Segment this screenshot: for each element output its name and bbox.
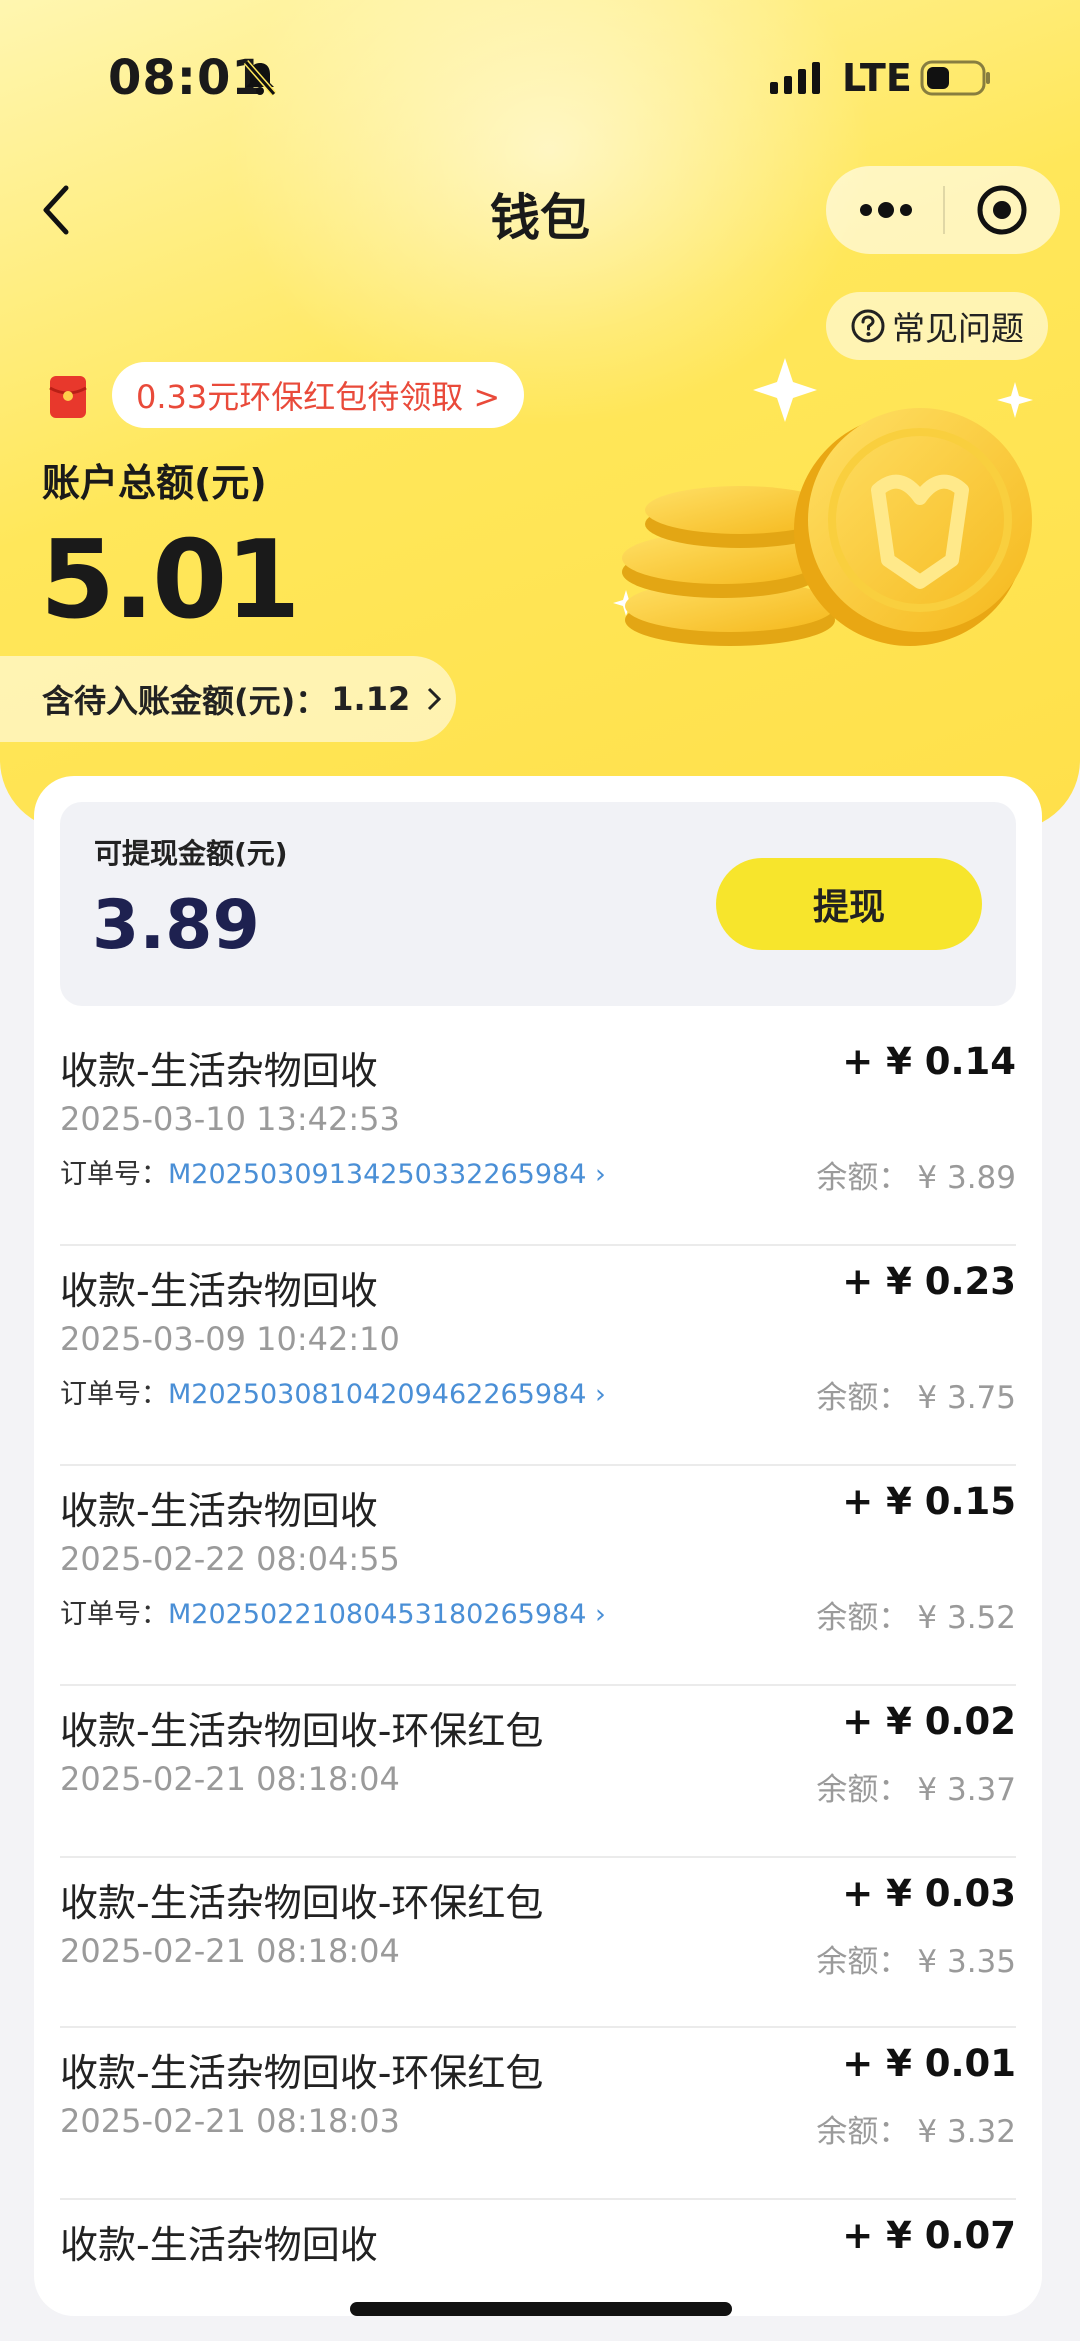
transaction-title: 收款-生活杂物回收-环保红包: [60, 1881, 544, 1925]
wallet-header: 08:01 LTE 钱包 常见问题 0.33元环保红包待领取 > 账户总额(元)…: [0, 0, 1080, 830]
transaction-title: 收款-生活杂物回收: [60, 2223, 378, 2267]
network-type: LTE: [842, 56, 912, 100]
transaction-balance: 余额： ¥ 3.35: [816, 1936, 1016, 1981]
transaction-row[interactable]: 收款-生活杂物回收-环保红包 + ¥ 0.03 2025-02-21 08:18:0…: [60, 1858, 1016, 2028]
order-number-label: 订单号：: [60, 1599, 168, 1630]
withdrawable-panel: 可提现金额(元) 3.89 提现: [60, 802, 1016, 1006]
withdraw-button[interactable]: 提现: [716, 858, 982, 950]
transaction-balance: 余额： ¥ 3.37: [816, 1764, 1016, 1809]
transaction-balance: 余额： ¥ 3.75: [816, 1372, 1016, 1417]
transaction-amount: + ¥ 0.02: [842, 1700, 1016, 1743]
wallet-card: 可提现金额(元) 3.89 提现 收款-生活杂物回收 + ¥ 0.14 2025-0…: [34, 776, 1042, 2316]
total-balance-label: 账户总额(元): [42, 461, 267, 505]
transaction-title: 收款-生活杂物回收: [60, 1489, 378, 1533]
transaction-time: 2025-03-09 10:42:10: [60, 1320, 400, 1358]
balance-value: ¥ 3.37: [917, 1772, 1016, 1808]
balance-value: ¥ 3.89: [917, 1160, 1016, 1196]
transaction-title: 收款-生活杂物回收-环保红包: [60, 2051, 544, 2095]
order-number-link[interactable]: M20250221080453180265984 ›: [168, 1599, 606, 1630]
transaction-time: 2025-02-22 08:04:55: [60, 1540, 400, 1578]
balance-label: 余额：: [816, 1772, 910, 1808]
pending-amount-button[interactable]: 含待入账金额(元)： 1.12: [0, 656, 456, 742]
transaction-time: 2025-03-10 13:42:53: [60, 1100, 400, 1138]
red-packet-banner[interactable]: 0.33元环保红包待领取 >: [112, 362, 525, 428]
pending-label: 含待入账金额(元)：: [42, 682, 328, 720]
more-icon[interactable]: [856, 194, 916, 226]
transaction-time: 2025-02-21 08:18:04: [60, 1760, 400, 1798]
balance-value: ¥ 3.35: [917, 1944, 1016, 1980]
battery-icon: [920, 60, 990, 96]
capsule-divider: [943, 186, 945, 234]
coins-illustration: [613, 358, 1033, 646]
close-miniprogram-icon[interactable]: [974, 182, 1030, 238]
pending-value: 1.12: [331, 680, 411, 718]
order-number-row: 订单号：M20250221080453180265984 ›: [60, 1592, 606, 1631]
transaction-amount: + ¥ 0.23: [842, 1260, 1016, 1303]
balance-label: 余额：: [816, 1380, 910, 1416]
balance-value: ¥ 3.52: [917, 1600, 1016, 1636]
transaction-title: 收款-生活杂物回收: [60, 1049, 378, 1093]
transaction-row[interactable]: 收款-生活杂物回收 + ¥ 0.14 2025-03-10 13:42:53 订单号：…: [60, 1026, 1016, 1246]
transaction-row[interactable]: 收款-生活杂物回收 + ¥ 0.23 2025-03-09 10:42:10 订单号：…: [60, 1246, 1016, 1466]
transaction-row[interactable]: 收款-生活杂物回收-环保红包 + ¥ 0.01 2025-02-21 08:18:0…: [60, 2028, 1016, 2200]
withdrawable-label: 可提现金额(元): [94, 837, 288, 870]
balance-value: ¥ 3.75: [917, 1380, 1016, 1416]
order-number-label: 订单号：: [60, 1159, 168, 1190]
order-number-link[interactable]: M20250308104209462265984 ›: [168, 1379, 606, 1410]
red-envelope-icon: [49, 376, 87, 418]
transaction-amount: + ¥ 0.01: [842, 2042, 1016, 2085]
transaction-title: 收款-生活杂物回收: [60, 1269, 378, 1313]
balance-label: 余额：: [816, 2114, 910, 2150]
order-number-link[interactable]: M20250309134250332265984 ›: [168, 1159, 606, 1190]
order-number-label: 订单号：: [60, 1379, 168, 1410]
withdrawable-value: 3.89: [92, 886, 260, 965]
transaction-amount: + ¥ 0.14: [842, 1040, 1016, 1083]
balance-label: 余额：: [816, 1944, 910, 1980]
balance-label: 余额：: [816, 1600, 910, 1636]
transaction-time: 2025-02-21 08:18:04: [60, 1932, 400, 1970]
home-indicator: [350, 2302, 732, 2316]
total-balance-value: 5.01: [40, 518, 300, 643]
transaction-balance: 余额： ¥ 3.89: [816, 1152, 1016, 1197]
transaction-title: 收款-生活杂物回收-环保红包: [60, 1709, 544, 1753]
transaction-amount: + ¥ 0.15: [842, 1480, 1016, 1523]
transaction-balance: 余额： ¥ 3.32: [816, 2106, 1016, 2151]
balance-label: 余额：: [816, 1160, 910, 1196]
order-number-row: 订单号：M20250309134250332265984 ›: [60, 1152, 606, 1191]
transaction-balance: 余额： ¥ 3.52: [816, 1592, 1016, 1637]
transaction-amount: + ¥ 0.07: [842, 2214, 1016, 2257]
transaction-row[interactable]: 收款-生活杂物回收 + ¥ 0.15 2025-02-22 08:04:55 订单号：…: [60, 1466, 1016, 1686]
chevron-right-icon: [428, 687, 442, 711]
transaction-row[interactable]: 收款-生活杂物回收-环保红包 + ¥ 0.02 2025-02-21 08:18:0…: [60, 1686, 1016, 1858]
balance-value: ¥ 3.32: [917, 2114, 1016, 2150]
transaction-time: 2025-02-21 08:18:03: [60, 2102, 400, 2140]
transaction-row[interactable]: 收款-生活杂物回收 + ¥ 0.07: [60, 2200, 1016, 2316]
bell-muted-icon: [243, 60, 277, 96]
miniprogram-capsule: [826, 166, 1060, 254]
transaction-amount: + ¥ 0.03: [842, 1872, 1016, 1915]
order-number-row: 订单号：M20250308104209462265984 ›: [60, 1372, 606, 1411]
signal-icon: [770, 62, 820, 94]
